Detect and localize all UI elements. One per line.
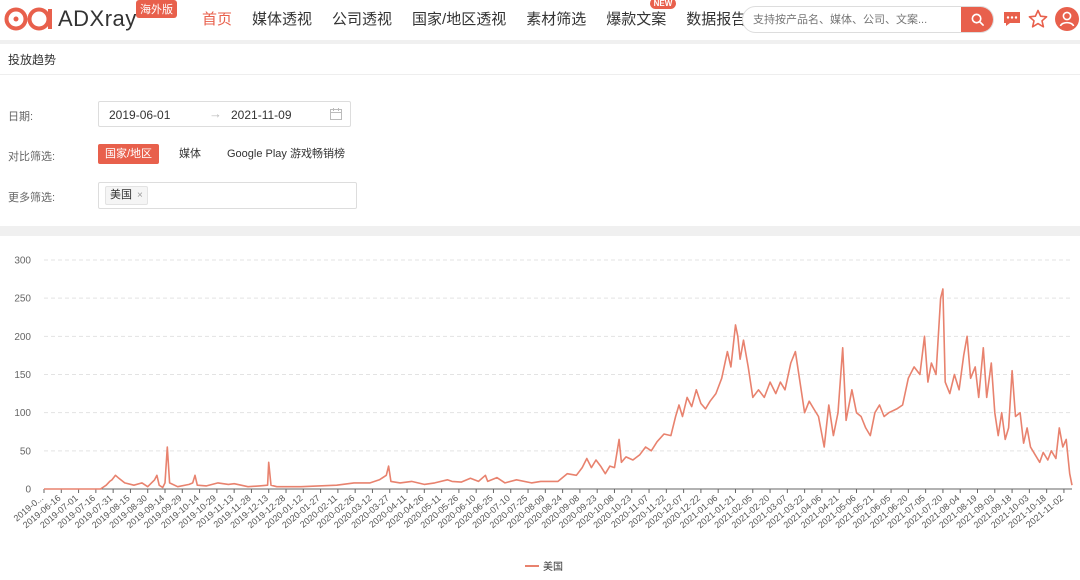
start-date-input[interactable]: 2019-06-01 <box>109 108 170 122</box>
nav-home[interactable]: 首页 <box>192 0 242 40</box>
message-icon <box>1004 12 1020 26</box>
filter-tag-label: 美国 <box>110 189 132 201</box>
arrow-right-icon: → <box>209 106 222 121</box>
filter-panel: 投放趋势 日期: 2019-06-01 → 2021-11-09 对比筛选: 国… <box>0 44 1080 226</box>
series-line-usa <box>44 288 1073 490</box>
nav-hot-copy-label: 爆款文案 <box>606 11 667 28</box>
favorites-button[interactable] <box>1027 8 1049 30</box>
y-tick-label: 50 <box>20 446 32 457</box>
compare-option-media[interactable]: 媒体 <box>172 144 208 164</box>
calendar-icon <box>330 108 342 120</box>
adxray-logo-icon <box>4 7 52 31</box>
y-tick-label: 0 <box>25 485 31 496</box>
search-button[interactable] <box>961 7 993 32</box>
message-button[interactable] <box>1001 8 1023 30</box>
compare-option-google-play[interactable]: Google Play 游戏畅销榜 <box>220 144 352 164</box>
user-icon <box>1055 7 1079 31</box>
new-badge: NEW <box>649 0 677 9</box>
trend-chart: 0501001502002503002019-0...2019-06-16201… <box>12 256 1073 573</box>
y-tick-label: 100 <box>14 408 31 419</box>
more-filters-input[interactable]: 美国 × <box>98 182 357 209</box>
logo-text: ADXray <box>58 6 137 31</box>
user-account-button[interactable] <box>1055 7 1079 31</box>
overseas-badge: 海外版 <box>136 0 177 18</box>
compare-option-country[interactable]: 国家/地区 <box>98 144 160 164</box>
main-nav: 首页 媒体透视 公司透视 国家/地区透视 素材筛选 爆款文案 NEW 数据报告 <box>192 0 756 40</box>
nav-creative-filter[interactable]: 素材筛选 <box>516 0 596 40</box>
more-filters-label: 更多筛选: <box>8 192 56 204</box>
compare-label: 对比筛选: <box>8 151 56 163</box>
chart-panel: 0 50 100 150 200 250 300 2019-0... 2019-06-16 201… <box>0 236 1080 580</box>
y-tick-label: 200 <box>14 332 31 343</box>
end-date-input[interactable]: 2021-11-09 <box>231 108 292 122</box>
search-box <box>742 6 994 33</box>
star-icon <box>1028 9 1048 28</box>
logo[interactable]: ADXray 海外版 <box>4 0 177 32</box>
close-icon[interactable]: × <box>137 190 143 201</box>
y-tick-label: 250 <box>14 294 31 305</box>
legend-label: 美国 <box>543 560 563 573</box>
nav-hot-copy[interactable]: 爆款文案 NEW <box>596 0 677 40</box>
search-input[interactable] <box>743 7 959 32</box>
top-navigation-bar: ADXray 海外版 首页 媒体透视 公司透视 国家/地区透视 素材筛选 爆款文… <box>0 0 1080 40</box>
search-icon <box>971 13 984 26</box>
nav-company-insight[interactable]: 公司透视 <box>322 0 402 40</box>
filter-tag-usa: 美国 × <box>105 186 148 205</box>
section-title: 投放趋势 <box>8 53 57 67</box>
date-label: 日期: <box>8 111 34 123</box>
y-tick-label: 150 <box>14 370 31 381</box>
date-range-picker[interactable]: 2019-06-01 → 2021-11-09 <box>98 101 351 127</box>
nav-country-insight[interactable]: 国家/地区透视 <box>402 0 516 40</box>
divider <box>0 74 1080 75</box>
y-tick-label: 300 <box>14 256 31 267</box>
nav-media-insight[interactable]: 媒体透视 <box>242 0 322 40</box>
